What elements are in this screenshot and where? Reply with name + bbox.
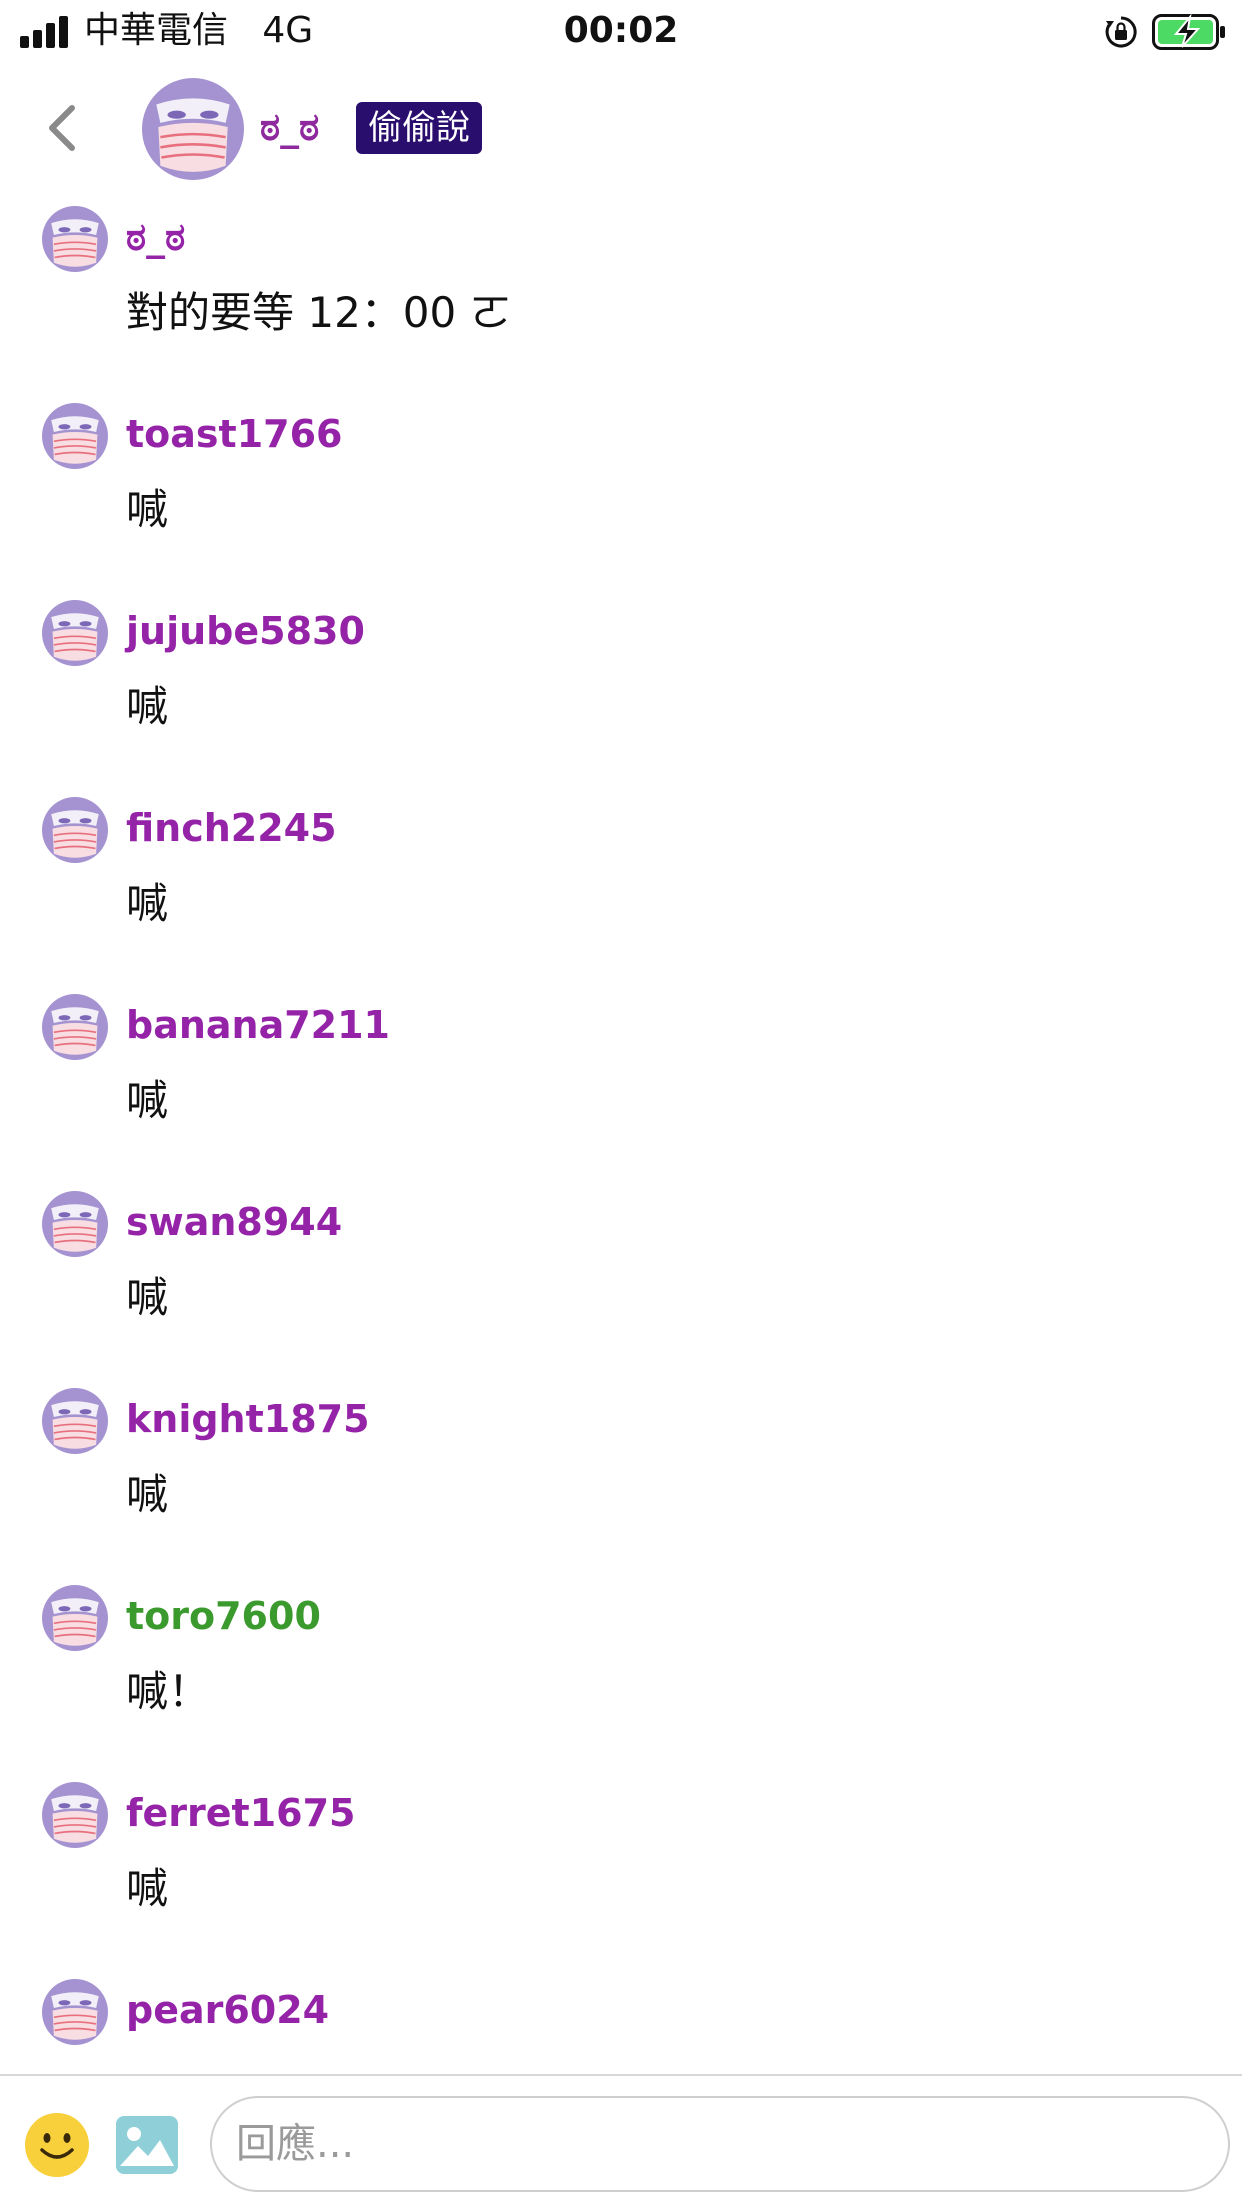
message-username[interactable]: toast1766 (126, 409, 342, 459)
reply-bar (0, 2074, 1242, 2208)
message-item[interactable]: knight1875 喊 (0, 1380, 1242, 1578)
message-username[interactable]: pear6024 (126, 1985, 329, 2035)
message-username[interactable]: swan8944 (126, 1197, 342, 1247)
battery-charging-icon (1152, 14, 1225, 50)
secret-badge: 偷偷說 (356, 102, 482, 154)
message-item[interactable]: jujube5830 喊 (0, 592, 1242, 790)
message-text: 喊！ (126, 1667, 211, 1716)
message-item[interactable]: swan8944 喊 (0, 1183, 1242, 1381)
message-item[interactable]: toast1766 喊 (0, 395, 1242, 593)
message-username[interactable]: ಠ_ಠ (126, 212, 185, 262)
avatar[interactable] (42, 1782, 108, 1848)
message-username[interactable]: banana7211 (126, 1000, 390, 1050)
message-username[interactable]: toro7600 (126, 1591, 321, 1641)
message-item[interactable]: pear6024 (0, 1971, 1242, 2074)
status-time: 00:02 (563, 10, 679, 51)
message-username[interactable]: ferret1675 (126, 1788, 355, 1838)
message-list[interactable]: ಠ_ಠ 對的要等 12：00 ㄛ toast1766 喊 jujube5830 喊 finc… (0, 198, 1242, 2074)
message-text: 喊 (126, 1076, 169, 1125)
message-text: 喊 (126, 1864, 169, 1913)
message-text: 喊 (126, 879, 169, 928)
smiley-icon[interactable] (24, 2112, 90, 2178)
image-icon[interactable] (114, 2114, 180, 2176)
avatar[interactable] (42, 1585, 108, 1651)
rotation-lock-icon (1105, 16, 1137, 48)
message-text: 喊 (126, 1470, 169, 1519)
avatar[interactable] (42, 994, 108, 1060)
message-item[interactable]: ferret1675 喊 (0, 1774, 1242, 1972)
avatar[interactable] (42, 1191, 108, 1257)
avatar[interactable] (42, 1388, 108, 1454)
avatar[interactable] (42, 206, 108, 272)
message-text: 對的要等 12：00 ㄛ (126, 288, 512, 337)
avatar[interactable] (42, 403, 108, 469)
message-username[interactable]: finch2245 (126, 803, 337, 853)
chat-header: ಠ_ಠ 偷偷說 (0, 62, 1242, 198)
status-bar: 中華電信 4G 00:02 (0, 0, 1242, 62)
message-item[interactable]: banana7211 喊 (0, 986, 1242, 1184)
reply-input[interactable] (210, 2096, 1230, 2192)
message-text: 喊 (126, 682, 169, 731)
avatar[interactable] (42, 1979, 108, 2045)
message-item[interactable]: ಠ_ಠ 對的要等 12：00 ㄛ (0, 198, 1242, 396)
chat-title: ಠ_ಠ (260, 105, 320, 149)
chevron-left-icon[interactable] (36, 98, 96, 158)
avatar[interactable] (42, 600, 108, 666)
message-username[interactable]: jujube5830 (126, 606, 365, 656)
message-text: 喊 (126, 1273, 169, 1322)
message-item[interactable]: toro7600 喊！ (0, 1577, 1242, 1775)
message-username[interactable]: knight1875 (126, 1394, 370, 1444)
message-text: 喊 (126, 485, 169, 534)
avatar[interactable] (42, 797, 108, 863)
message-item[interactable]: finch2245 喊 (0, 789, 1242, 987)
avatar[interactable] (142, 78, 244, 180)
